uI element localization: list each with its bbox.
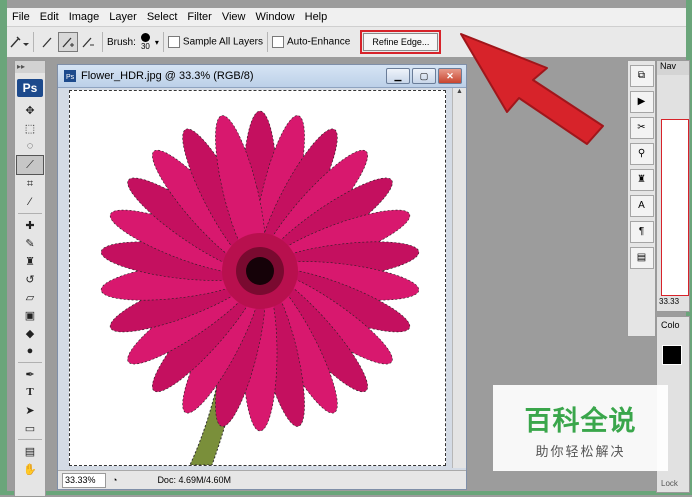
toolbox-header: ▸▸: [15, 61, 45, 73]
refine-edge-button[interactable]: Refine Edge...: [363, 33, 439, 51]
status-bar: 33.33% ◔ Doc: 4.69M/4.60M: [58, 470, 466, 489]
image-canvas[interactable]: [69, 90, 446, 466]
subtract-selection-icon: [82, 37, 94, 48]
menu-view[interactable]: View: [217, 11, 251, 23]
document-title-bar[interactable]: Ps Flower_HDR.jpg @ 33.3% (RGB/8) ▁ ▢ ✕: [58, 65, 466, 88]
type-tool-icon[interactable]: T: [17, 383, 43, 401]
menu-help[interactable]: Help: [300, 11, 333, 23]
minimize-button[interactable]: ▁: [386, 68, 410, 84]
document-title: Flower_HDR.jpg @ 33.3% (RGB/8): [81, 70, 254, 82]
options-separator: [102, 32, 103, 52]
window-controls: ▁ ▢ ✕: [384, 68, 462, 84]
shape-tool-icon[interactable]: ▭: [17, 419, 43, 437]
eyedropper-tool-icon[interactable]: ⁄: [17, 193, 43, 211]
sample-all-layers-checkbox[interactable]: Sample All Layers: [167, 36, 263, 48]
lasso-tool-icon[interactable]: ◌: [17, 137, 43, 155]
eraser-tool-icon[interactable]: ▱: [17, 288, 43, 306]
hand-tool-icon[interactable]: ✋: [17, 460, 43, 478]
document-window: Ps Flower_HDR.jpg @ 33.3% (RGB/8) ▁ ▢ ✕ …: [57, 64, 467, 490]
quick-selection-tool-icon[interactable]: ⟋: [16, 155, 44, 175]
layer-comps-icon[interactable]: ▤: [629, 247, 654, 269]
character-panel-icon[interactable]: A: [629, 195, 654, 217]
panel-icon-strip: ⧉ ▶ ✂ ⚲ ♜ A ¶ ▤: [627, 60, 656, 337]
menu-layer[interactable]: Layer: [104, 11, 142, 23]
foreground-color-swatch[interactable]: [662, 345, 682, 365]
brushes-panel-icon[interactable]: ⚲: [629, 143, 654, 165]
maximize-button[interactable]: ▢: [412, 68, 436, 84]
svg-text:Ps: Ps: [66, 74, 75, 81]
healing-brush-tool-icon[interactable]: ✚: [17, 216, 43, 234]
marquee-tool-icon[interactable]: ⬚: [17, 119, 43, 137]
clone-source-icon[interactable]: ♜: [629, 169, 654, 191]
auto-enhance-checkbox[interactable]: Auto-Enhance: [271, 36, 351, 48]
menu-bar: File Edit Image Layer Select Filter View…: [7, 8, 686, 26]
options-separator: [33, 32, 34, 52]
ps-document-icon: Ps: [64, 70, 76, 82]
paragraph-panel-icon[interactable]: ¶: [629, 221, 654, 243]
watermark-title: 百科全说: [524, 406, 637, 437]
history-brush-tool-icon[interactable]: ↺: [17, 270, 43, 288]
navigator-tab[interactable]: Nav: [657, 61, 689, 75]
auto-enhance-label: Auto-Enhance: [286, 36, 351, 48]
menu-filter[interactable]: Filter: [182, 11, 216, 23]
menu-window[interactable]: Window: [251, 11, 300, 23]
clone-stamp-tool-icon[interactable]: ♜: [17, 252, 43, 270]
path-selection-tool-icon[interactable]: ➤: [17, 401, 43, 419]
checkbox-box: [271, 36, 284, 48]
subtract-from-selection-button[interactable]: [78, 32, 98, 52]
tool-presets-icon[interactable]: ✂: [629, 117, 654, 139]
flower-image: [100, 110, 420, 466]
screen-frame-left: [0, 0, 7, 495]
status-menu-icon[interactable]: ◔: [112, 475, 117, 485]
toolbox-separator: [18, 362, 42, 363]
brush-size: 30: [140, 42, 150, 51]
screen-frame-bottom: [0, 491, 692, 495]
add-to-selection-button[interactable]: [58, 32, 78, 52]
dodge-tool-icon[interactable]: ●: [17, 342, 43, 360]
gradient-tool-icon[interactable]: ▣: [17, 306, 43, 324]
toolbox-separator: [18, 439, 42, 440]
menu-file[interactable]: File: [7, 11, 35, 23]
sample-all-layers-label: Sample All Layers: [182, 36, 263, 48]
ps-logo[interactable]: Ps: [17, 79, 43, 97]
toolbox: ▸▸ Ps ✥ ⬚ ◌ ⟋ ⌗ ⁄ ✚ ✎ ♜ ↺ ▱ ▣ ◆ ● ✒ T ➤ …: [14, 60, 46, 497]
menu-image[interactable]: Image: [64, 11, 105, 23]
move-tool-icon[interactable]: ✥: [17, 101, 43, 119]
document-size: Doc: 4.69M/4.60M: [157, 475, 231, 485]
color-tab[interactable]: Colo: [657, 317, 689, 333]
toolbox-separator: [18, 213, 42, 214]
tool-preset-picker[interactable]: [7, 32, 29, 52]
lock-label: Lock: [661, 479, 678, 488]
add-selection-icon: [62, 37, 74, 48]
brush-picker[interactable]: 30: [140, 33, 150, 51]
brush-tool-icon[interactable]: ✎: [17, 234, 43, 252]
navigator-thumbnail[interactable]: [661, 119, 689, 296]
navigator-panel: Nav 33.33: [656, 60, 690, 312]
brush-dot-icon: [140, 33, 150, 42]
callout-arrow-icon: [460, 33, 604, 145]
new-selection-icon: [42, 37, 52, 48]
crop-tool-icon[interactable]: ⌗: [17, 175, 43, 193]
menu-select[interactable]: Select: [142, 11, 183, 23]
brush-label: Brush:: [107, 36, 136, 48]
actions-panel-icon[interactable]: ▶: [629, 91, 654, 113]
refine-edge-highlight: Refine Edge...: [360, 30, 442, 54]
watermark: 百科全说 助你轻松解决: [493, 385, 668, 471]
watermark-subtitle: 助你轻松解决: [535, 445, 626, 460]
new-selection-button[interactable]: [38, 32, 58, 52]
notes-tool-icon[interactable]: ▤: [17, 442, 43, 460]
pen-tool-icon[interactable]: ✒: [17, 365, 43, 383]
blur-tool-icon[interactable]: ◆: [17, 324, 43, 342]
checkbox-box: [167, 36, 180, 48]
options-separator: [266, 32, 268, 52]
navigator-zoom[interactable]: 33.33: [659, 297, 679, 306]
zoom-field[interactable]: 33.33%: [62, 472, 106, 488]
options-separator: [162, 32, 164, 52]
history-panel-icon[interactable]: ⧉: [629, 65, 654, 87]
quick-selection-icon: [10, 36, 29, 48]
brush-dropdown-icon[interactable]: ▾: [155, 38, 159, 47]
menu-edit[interactable]: Edit: [35, 11, 64, 23]
